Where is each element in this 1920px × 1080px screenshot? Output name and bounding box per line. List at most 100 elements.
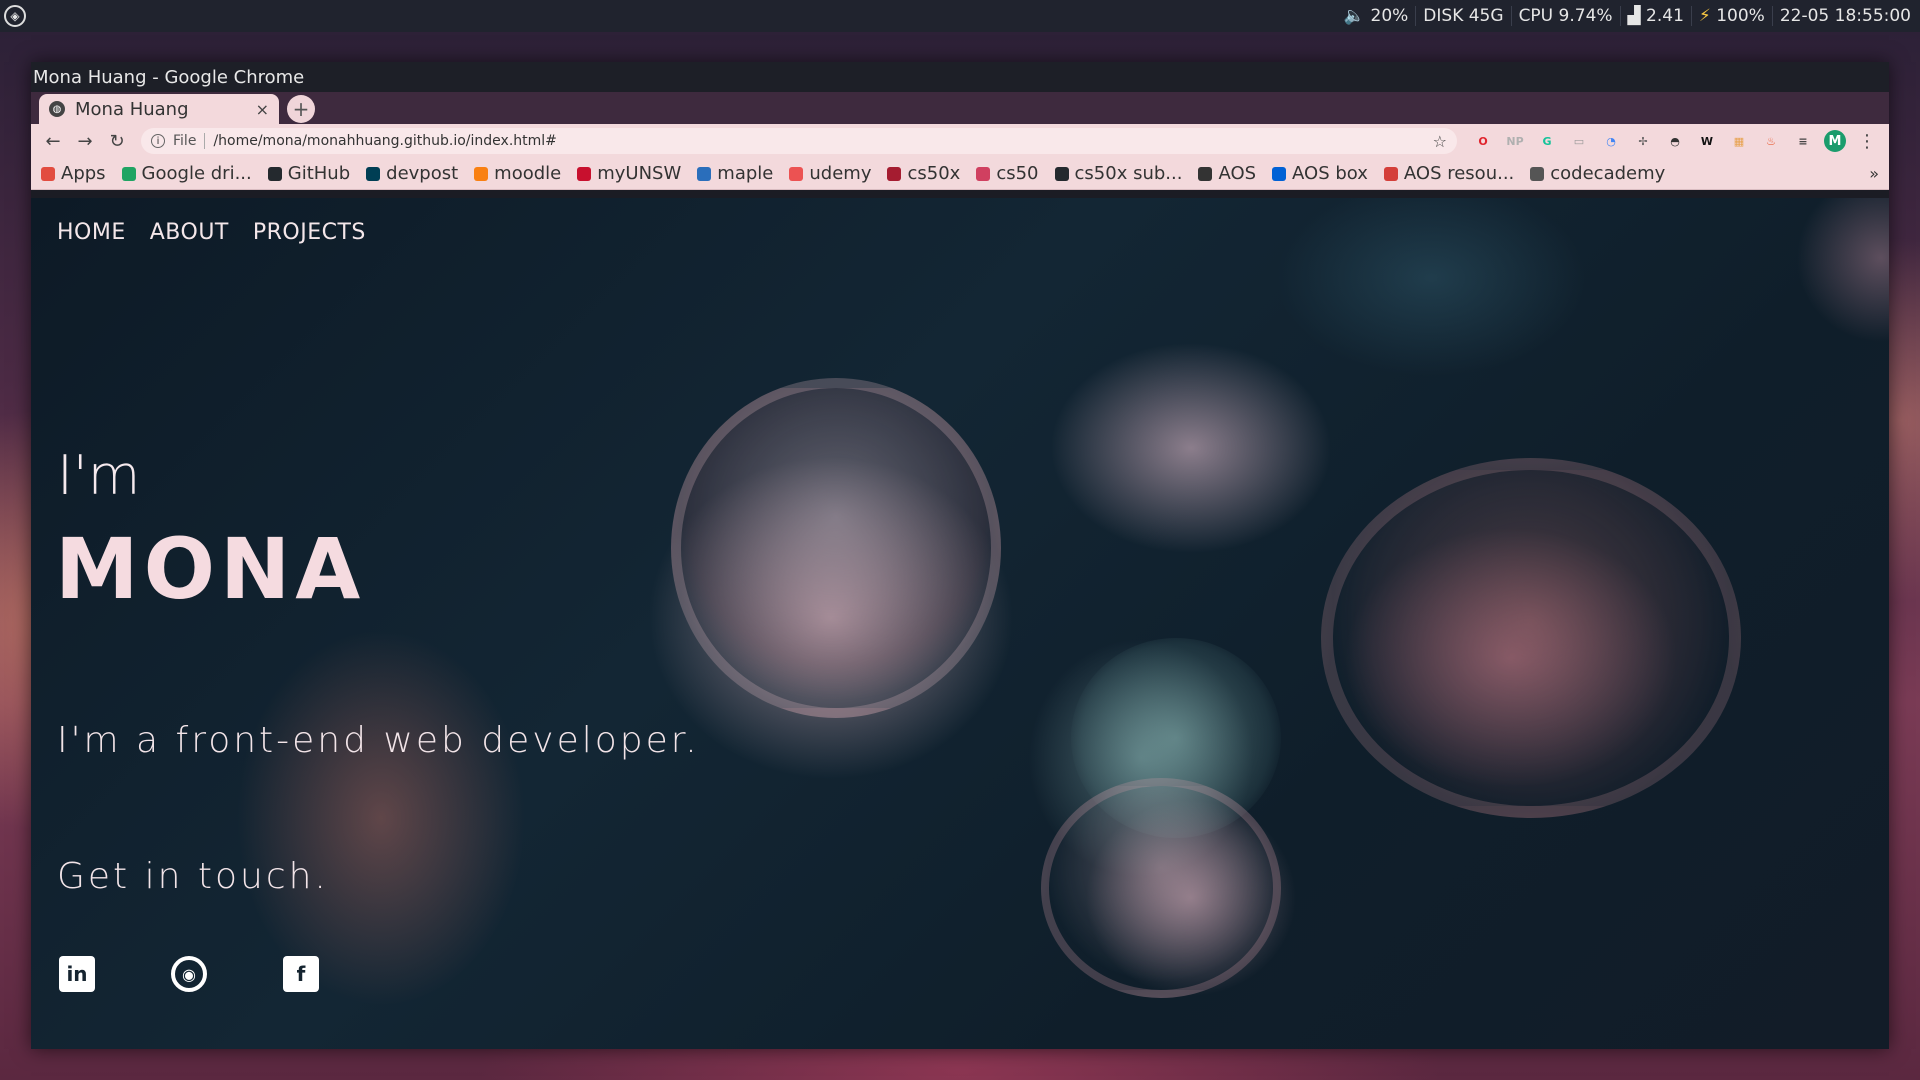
nav-home[interactable]: HOME xyxy=(57,220,126,245)
extensions-area: O NP G ▭ ◔ ✢ ◓ W ▦ ♨ ≡ xyxy=(1467,130,1819,152)
bookmark-item[interactable]: Apps xyxy=(41,163,106,184)
address-bar[interactable]: i File /home/mona/monahhuang.github.io/i… xyxy=(141,128,1457,154)
bookmark-favicon-icon xyxy=(474,166,489,181)
social-links: in ◉ f xyxy=(59,956,319,992)
load-chart-icon: ▟ xyxy=(1627,6,1641,26)
bookmark-label: AOS xyxy=(1218,163,1257,184)
bookmark-label: Google dri... xyxy=(141,163,252,184)
window-titlebar: Mona Huang - Google Chrome xyxy=(31,62,1889,92)
profile-avatar[interactable]: M xyxy=(1824,130,1846,152)
volume-indicator[interactable]: 🔈 20% xyxy=(1337,6,1415,26)
bookmark-item[interactable]: AOS box xyxy=(1272,163,1368,184)
linkedin-icon[interactable]: in xyxy=(59,956,95,992)
bookmark-favicon-icon xyxy=(267,166,282,181)
bookmark-label: myUNSW xyxy=(597,163,682,184)
bookmark-favicon-icon xyxy=(976,166,991,181)
puzzle-color-icon[interactable]: ▦ xyxy=(1728,130,1750,152)
bookmark-item[interactable]: codecademy xyxy=(1530,163,1665,184)
bookmark-favicon-icon xyxy=(121,166,136,181)
bookmark-item[interactable]: AOS resou... xyxy=(1383,163,1515,184)
bookmark-favicon-icon xyxy=(366,166,381,181)
bookmark-label: devpost xyxy=(386,163,459,184)
fire-icon[interactable]: ♨ xyxy=(1760,130,1782,152)
webpage-content: HOME ABOUT PROJECTS I'm MONA I'm a front… xyxy=(31,198,1889,1049)
bookmark-item[interactable]: udemy xyxy=(789,163,871,184)
bookmark-label: AOS box xyxy=(1292,163,1368,184)
bookmark-item[interactable]: AOS xyxy=(1198,163,1256,184)
bookmark-item[interactable]: cs50x sub... xyxy=(1054,163,1183,184)
bookmark-item[interactable]: Google dri... xyxy=(121,163,252,184)
bookmark-item[interactable]: cs50x xyxy=(887,163,960,184)
browser-window: Mona Huang - Google Chrome ◍ Mona Huang … xyxy=(31,62,1889,1049)
bookmark-favicon-icon xyxy=(1198,166,1213,181)
bookmark-label: GitHub xyxy=(287,163,351,184)
opera-icon[interactable]: O xyxy=(1472,130,1494,152)
hero-contact: Get in touch. xyxy=(57,856,329,897)
grammarly-icon[interactable]: G xyxy=(1536,130,1558,152)
globe-icon: ◍ xyxy=(49,101,65,117)
bookmark-favicon-icon xyxy=(41,166,55,181)
extension-card-icon[interactable]: ▭ xyxy=(1568,130,1590,152)
bookmark-favicon-icon xyxy=(1272,166,1287,181)
bookmark-favicon-icon xyxy=(1383,166,1398,181)
playlist-icon[interactable]: ≡ xyxy=(1792,130,1814,152)
load-indicator: ▟ 2.41 xyxy=(1619,6,1691,26)
bookmark-label: cs50x sub... xyxy=(1074,163,1183,184)
reload-button[interactable]: ↻ xyxy=(101,127,133,155)
battery-value: 100% xyxy=(1716,6,1765,26)
chrome-menu-icon[interactable]: ⋮ xyxy=(1851,127,1883,155)
bookmark-item[interactable]: devpost xyxy=(366,163,458,184)
bookmark-item[interactable]: moodle xyxy=(474,163,561,184)
close-tab-icon[interactable]: × xyxy=(256,100,269,119)
nav-about[interactable]: ABOUT xyxy=(150,220,229,245)
chrome-color-icon[interactable]: ◔ xyxy=(1600,130,1622,152)
url-text[interactable]: /home/mona/monahhuang.github.io/index.ht… xyxy=(213,133,1432,149)
hero-subtitle: I'm a front-end web developer. xyxy=(57,720,700,761)
bookmark-item[interactable]: GitHub xyxy=(267,163,351,184)
facebook-icon[interactable]: f xyxy=(283,956,319,992)
profile-initial: M xyxy=(1828,133,1842,149)
forward-button[interactable]: → xyxy=(69,127,101,155)
tab-mona-huang[interactable]: ◍ Mona Huang × xyxy=(39,94,279,124)
bookmark-label: maple xyxy=(717,163,774,184)
system-menu-icon[interactable]: ◈ xyxy=(4,5,26,27)
system-bar: ◈ 🔈 20% DISK 45G CPU 9.74% ▟ 2.41 ⚡ 100%… xyxy=(0,0,1920,32)
new-tab-button[interactable]: + xyxy=(287,95,315,123)
bookmark-label: udemy xyxy=(809,163,872,184)
info-icon[interactable]: i xyxy=(151,134,165,148)
np-icon[interactable]: NP xyxy=(1504,130,1526,152)
bookmark-item[interactable]: myUNSW xyxy=(577,163,681,184)
load-value: 2.41 xyxy=(1646,6,1684,26)
clock[interactable]: 22-05 18:55:00 xyxy=(1771,6,1918,26)
bookmark-item[interactable]: cs50 xyxy=(976,163,1039,184)
browser-toolbar: ← → ↻ i File /home/mona/monahhuang.githu… xyxy=(31,124,1889,158)
back-button[interactable]: ← xyxy=(37,127,69,155)
nav-projects[interactable]: PROJECTS xyxy=(253,220,366,245)
more-bookmarks-icon[interactable]: » xyxy=(1869,164,1879,183)
wm-icon[interactable]: W xyxy=(1696,130,1718,152)
bookmark-favicon-icon xyxy=(697,166,712,181)
tab-strip: ◍ Mona Huang × + xyxy=(31,92,1889,124)
disk-value: DISK 45G xyxy=(1423,6,1504,26)
url-scheme: File xyxy=(173,133,206,149)
jellyfish-decoration xyxy=(1041,778,1281,998)
bookmark-label: codecademy xyxy=(1550,163,1666,184)
github-icon[interactable]: ◉ xyxy=(171,956,207,992)
cpu-indicator: CPU 9.74% xyxy=(1510,6,1620,26)
bookmark-item[interactable]: maple xyxy=(697,163,773,184)
bookmark-star-icon[interactable]: ☆ xyxy=(1433,132,1447,151)
battery-indicator: ⚡ 100% xyxy=(1690,6,1772,26)
spy-icon[interactable]: ◓ xyxy=(1664,130,1686,152)
sparkle-icon[interactable]: ✢ xyxy=(1632,130,1654,152)
window-title: Mona Huang - Google Chrome xyxy=(33,66,305,88)
lightning-icon: ⚡ xyxy=(1698,6,1711,26)
bookmark-label: moodle xyxy=(494,163,562,184)
site-nav: HOME ABOUT PROJECTS xyxy=(57,220,366,245)
bookmark-favicon-icon xyxy=(887,166,902,181)
bookmark-label: AOS resou... xyxy=(1403,163,1515,184)
tab-title: Mona Huang xyxy=(75,98,189,120)
volume-value: 20% xyxy=(1370,6,1409,26)
bookmarks-bar: Apps Google dri... GitHub devpost moodle myUN… xyxy=(31,158,1889,190)
clock-value: 22-05 18:55:00 xyxy=(1779,6,1911,26)
cpu-value: CPU 9.74% xyxy=(1518,6,1613,26)
